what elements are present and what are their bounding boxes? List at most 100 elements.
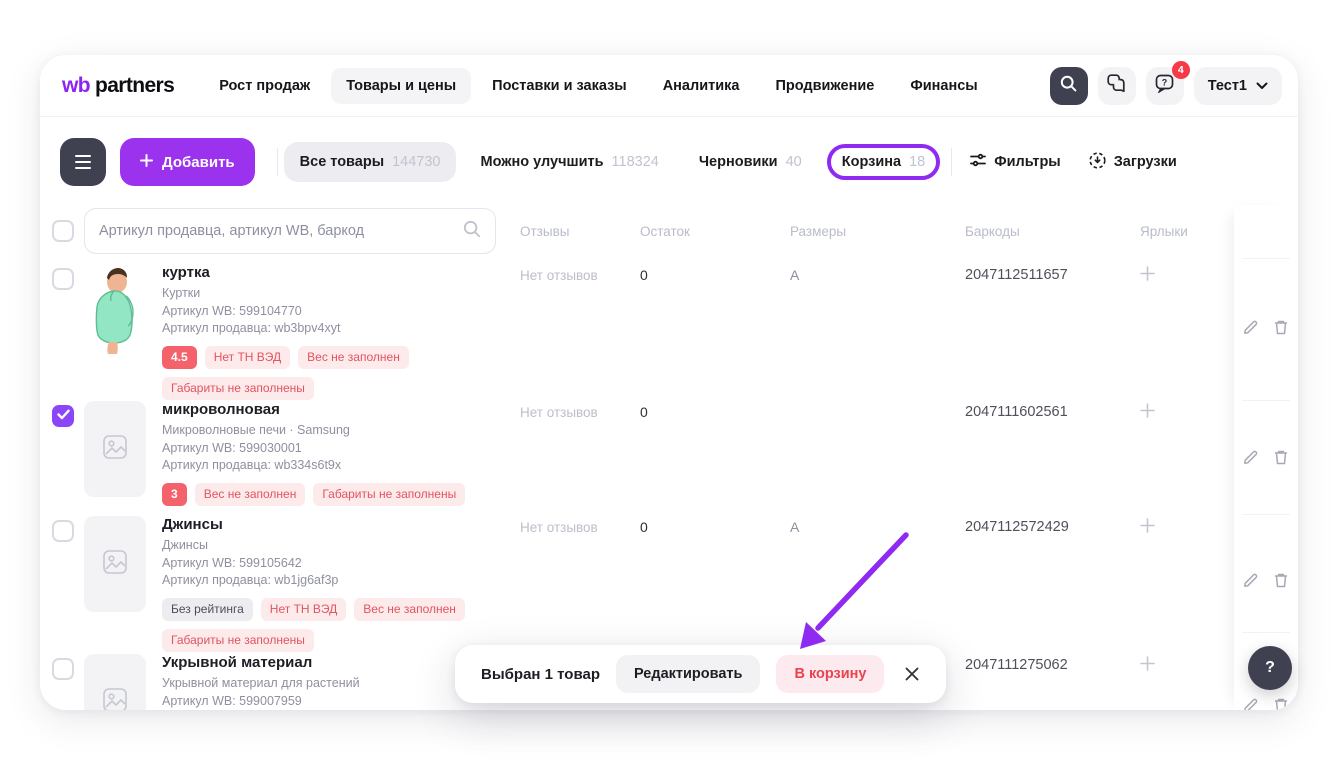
product-title[interactable]: Укрывной материал [162,654,360,671]
product-title[interactable]: Джинсы [162,516,520,533]
article-search-input[interactable] [99,223,453,239]
user-menu[interactable]: Тест1 [1194,67,1282,105]
warning-badge: Нет ТН ВЭД [205,346,290,369]
product-title[interactable]: микроволновая [162,401,465,418]
filters-label: Фильтры [994,154,1060,170]
app-window: wbpartners Рост продаж Товары и цены Пос… [40,55,1298,710]
list-menu-button[interactable] [60,138,106,186]
nav-menu: Рост продаж Товары и цены Поставки и зак… [204,68,992,104]
row-checkbox[interactable] [52,405,74,427]
delete-icon[interactable] [1273,449,1289,465]
tab-label: Черновики [699,154,778,170]
table-row: куртка Куртки Артикул WB: 599104770 Арти… [40,258,1233,395]
row-actions [1234,319,1298,335]
select-all-checkbox[interactable] [52,220,74,242]
uploads-button[interactable]: Загрузки [1089,152,1177,173]
delete-icon[interactable] [1273,319,1289,335]
add-product-button[interactable]: Добавить [120,138,255,186]
delete-icon[interactable] [1273,572,1289,588]
search-button[interactable] [1050,67,1088,105]
table-header: Отзывы Остаток Размеры Баркоды Ярлыки [40,205,1233,257]
cell-reviews: Нет отзывов [520,510,640,535]
product-wb-article: Артикул WB: 599104770 [162,303,520,321]
tab-count: 18 [909,154,925,170]
download-circle-icon [1089,152,1106,173]
tab-cart[interactable]: Корзина 18 [842,154,925,170]
wb-partners-logo[interactable]: wbpartners [62,74,174,98]
nav-item-promotion[interactable]: Продвижение [760,68,889,104]
chat-button[interactable] [1098,67,1136,105]
delete-icon[interactable] [1273,697,1289,710]
logo-wb: wb [62,74,90,98]
add-label-icon[interactable] [1140,395,1220,423]
product-list: куртка Куртки Артикул WB: 599104770 Арти… [40,258,1233,710]
edit-icon[interactable] [1243,449,1259,465]
top-navigation: wbpartners Рост продаж Товары и цены Пос… [40,55,1298,117]
nav-item-goods-prices[interactable]: Товары и цены [331,68,471,104]
tab-drafts[interactable]: Черновики 40 [699,154,802,170]
tab-label: Все товары [300,154,384,170]
tab-label: Корзина [842,154,901,170]
edit-icon[interactable] [1243,319,1259,335]
column-header-barcodes: Баркоды [965,224,1140,239]
help-notifications-button[interactable]: ? 4 [1146,67,1184,105]
nav-item-finance[interactable]: Финансы [895,68,992,104]
chat-icon [1107,74,1126,97]
row-actions [1234,449,1298,465]
edit-selected-button[interactable]: Редактировать [616,655,760,693]
product-tabs: Все товары 144730 Можно улучшить 118324 … [300,154,926,170]
cell-barcode: 2047112511657 [965,258,1140,283]
sliders-icon [970,153,986,171]
image-placeholder-icon [102,687,128,711]
question-bubble-icon: ? [1155,74,1174,98]
cell-stock: 0 [640,258,790,283]
warning-badge: Габариты не заполнены [313,483,465,506]
help-fab-button[interactable]: ? [1248,646,1292,690]
column-header-labels: Ярлыки [1140,224,1220,239]
search-icon [463,220,481,243]
tab-all-products[interactable]: Все товары 144730 [284,142,457,182]
cell-sizes: А [790,258,965,283]
product-image-placeholder[interactable] [84,654,146,710]
panel-divider [1242,514,1290,515]
close-icon[interactable] [904,666,920,682]
product-wb-article: Артикул WB: 599105642 [162,555,520,573]
nav-item-analytics[interactable]: Аналитика [648,68,755,104]
add-label-icon[interactable] [1140,258,1220,286]
row-checkbox[interactable] [52,268,74,290]
row-checkbox[interactable] [52,658,74,680]
add-label-icon[interactable] [1140,648,1220,676]
toolbar-divider [277,148,278,176]
product-image-placeholder[interactable] [84,516,146,612]
panel-divider [1242,632,1290,633]
nav-item-growth[interactable]: Рост продаж [204,68,325,104]
no-rating-badge: Без рейтинга [162,598,253,621]
add-label-icon[interactable] [1140,510,1220,538]
plus-icon [140,154,153,171]
filters-button[interactable]: Фильтры [970,153,1060,171]
cell-stock: 0 [640,395,790,420]
hamburger-icon [75,155,91,169]
product-seller-article: Артикул продавца: wb334s6t9x [162,457,465,475]
search-icon [1060,75,1077,97]
article-search-box [84,208,496,254]
product-image-jacket[interactable] [84,264,146,360]
chevron-down-icon [1256,78,1268,94]
nav-item-supplies-orders[interactable]: Поставки и заказы [477,68,642,104]
logo-partners: partners [95,74,174,98]
edit-icon[interactable] [1243,572,1259,588]
row-actions-panel [1234,205,1298,710]
toolbar-divider [951,148,952,176]
product-badges: 4.5 Нет ТН ВЭД Вес не заполнен Габариты … [162,346,520,400]
move-to-cart-button[interactable]: В корзину [776,655,884,693]
panel-divider [1242,258,1290,259]
edit-icon[interactable] [1243,697,1259,710]
product-image-placeholder[interactable] [84,401,146,497]
tab-count: 118324 [612,154,659,170]
tab-can-improve[interactable]: Можно улучшить 118324 [480,154,658,170]
row-checkbox[interactable] [52,520,74,542]
notification-badge: 4 [1172,61,1190,79]
selected-count-text: Выбран 1 товар [481,666,600,683]
product-title[interactable]: куртка [162,264,520,281]
cell-sizes: А [790,510,965,535]
